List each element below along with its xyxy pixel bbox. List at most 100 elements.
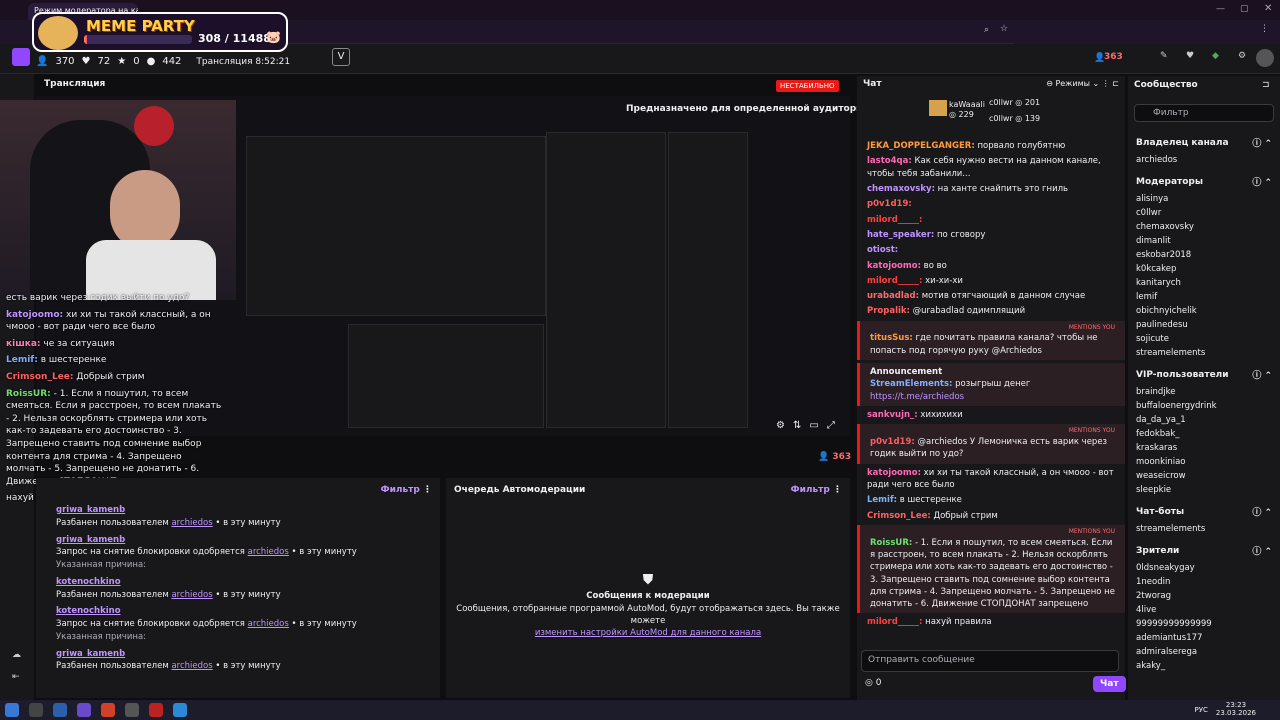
chat-input[interactable]: Отправить сообщение [861, 650, 1119, 672]
audience-label[interactable]: Предназначено для определенной аудитории… [626, 104, 879, 114]
community-member[interactable]: k0kcakep [1136, 262, 1272, 276]
community-section-title[interactable]: Чат-боты ⓘ ⌃ [1136, 505, 1272, 519]
fullscreen-icon[interactable]: ⤢ [827, 420, 835, 431]
clock[interactable]: 23:23 23.03.2026 [1216, 701, 1256, 717]
stream-manager-icon[interactable]: ☁ [12, 650, 21, 660]
chat-username[interactable]: milord_____: [867, 276, 922, 286]
chevron-up-icon[interactable]: ⓘ ⌃ [1252, 136, 1272, 149]
chat-username[interactable]: katojoomo: [867, 261, 921, 271]
community-section-title[interactable]: Модераторы ⓘ ⌃ [1136, 175, 1272, 189]
community-member[interactable]: sojicute [1136, 332, 1272, 346]
community-member[interactable]: 2tworag [1136, 589, 1272, 603]
chat-username[interactable]: JEKA_DOPPELGANGER: [867, 141, 975, 151]
log-moderator[interactable]: archiedos [171, 590, 212, 600]
community-member[interactable]: 0ldsneakygay [1136, 561, 1272, 575]
exit-icon[interactable]: ⇤ [12, 672, 20, 682]
overlay-username[interactable]: кiшка: [6, 339, 41, 349]
maximize-icon[interactable]: ▢ [1240, 4, 1249, 14]
chat-username[interactable]: Crimson_Lee: [867, 511, 931, 521]
taskbar-app-icon[interactable] [77, 703, 91, 717]
log-username[interactable]: kotenochkino [56, 605, 420, 618]
heart-icon[interactable]: ♥ [1186, 51, 1194, 61]
taskbar-app-icon[interactable] [173, 703, 187, 717]
community-member[interactable]: admiralserega [1136, 645, 1272, 659]
avatar[interactable] [1256, 49, 1274, 67]
community-filter-input[interactable]: Фильтр [1134, 104, 1274, 122]
chrome-icon[interactable] [101, 703, 115, 717]
log-username[interactable]: griwa_kamenb [56, 534, 420, 547]
community-member[interactable]: lemif [1136, 290, 1272, 304]
chat-username[interactable]: milord_____: [867, 215, 922, 225]
chevron-up-icon[interactable]: ⓘ ⌃ [1252, 368, 1272, 381]
language-indicator[interactable]: РУС [1195, 706, 1208, 714]
community-member[interactable]: buffaloenergydrink [1136, 399, 1272, 413]
chat-username[interactable]: hate_speaker: [867, 230, 934, 240]
chat-username[interactable]: urabadlad: [867, 291, 919, 301]
chat-username[interactable]: Propalik: [867, 306, 910, 316]
chat-username[interactable]: p0v1d19: [870, 437, 915, 447]
more-icon[interactable]: ⋮ [1102, 79, 1110, 88]
community-section-title[interactable]: Владелец канала ⓘ ⌃ [1136, 136, 1272, 150]
collapse-icon[interactable]: ⊏ [1112, 79, 1119, 88]
chat-username[interactable]: titusSus: [870, 333, 913, 343]
community-section-title[interactable]: Зрители ⓘ ⌃ [1136, 544, 1272, 558]
chat-username[interactable]: chemaxovsky: [867, 184, 935, 194]
community-member[interactable]: akaky_ [1136, 659, 1272, 673]
chevron-up-icon[interactable]: ⓘ ⌃ [1252, 544, 1272, 557]
overlay-username[interactable]: Lemif: [6, 355, 38, 365]
community-member[interactable]: alisinya [1136, 192, 1272, 206]
settings-icon[interactable]: ⚙ [1238, 51, 1246, 61]
community-section-title[interactable]: VIP-пользователи ⓘ ⌃ [1136, 368, 1272, 382]
log-moderator[interactable]: archiedos [248, 619, 289, 629]
community-member[interactable]: chemaxovsky [1136, 220, 1272, 234]
pen-icon[interactable] [12, 48, 30, 66]
chat-username[interactable]: sankvujn_: [867, 410, 918, 420]
clip-icon[interactable]: ⇅ [793, 420, 801, 431]
announcement-user[interactable]: StreamElements: [870, 379, 952, 389]
more-icon[interactable]: ⋮ [423, 485, 432, 495]
collapse-icon[interactable]: ⊐ [1262, 80, 1270, 90]
chat-username[interactable]: Lemif: [867, 495, 897, 505]
community-member[interactable]: paulinedesu [1136, 318, 1272, 332]
mod-actions-filter[interactable]: Фильтр [381, 485, 420, 495]
theater-icon[interactable]: ▭ [809, 420, 818, 431]
log-moderator[interactable]: archiedos [248, 547, 289, 557]
community-member[interactable]: 1neodin [1136, 575, 1272, 589]
log-username[interactable]: kotenochkino [56, 576, 420, 589]
community-member[interactable]: kanitarych [1136, 276, 1272, 290]
chat-send-button[interactable]: Чат [1093, 676, 1126, 692]
wrench-icon[interactable]: ✎ [1160, 51, 1168, 61]
automod-settings-link[interactable]: изменить настройки AutoMod для данного к… [446, 627, 850, 639]
log-moderator[interactable]: archiedos [171, 661, 212, 671]
community-member[interactable]: fedokbak_ [1136, 427, 1272, 441]
announcement-link[interactable]: https://t.me/archiedos [870, 391, 1115, 403]
windows-icon[interactable] [5, 703, 19, 717]
close-icon[interactable]: ✕ [1264, 3, 1272, 14]
chat-username[interactable]: milord_____: [867, 617, 922, 627]
log-username[interactable]: griwa_kamenb [56, 648, 420, 661]
community-member[interactable]: weaseicrow [1136, 469, 1272, 483]
community-member[interactable]: 4live [1136, 603, 1272, 617]
chat-username[interactable]: p0v1d19: [867, 199, 912, 209]
log-moderator[interactable]: archiedos [171, 518, 212, 528]
community-member[interactable]: kraskaras [1136, 441, 1272, 455]
community-member[interactable]: obichnyichelik [1136, 304, 1272, 318]
community-member[interactable]: streamelements [1136, 346, 1272, 360]
more-icon[interactable]: ⋮ [833, 485, 842, 495]
shield-icon[interactable]: ◆ [1212, 51, 1219, 61]
menu-icon[interactable]: ⋮ [1260, 24, 1269, 34]
community-member[interactable]: c0llwr [1136, 206, 1272, 220]
overlay-username[interactable]: RoissUR: [6, 389, 51, 399]
community-member[interactable]: eskobar2018 [1136, 248, 1272, 262]
chat-username[interactable]: RoissUR: [870, 538, 912, 548]
overlay-username[interactable]: Crimson_Lee: [6, 372, 74, 382]
community-member[interactable]: dimanlit [1136, 234, 1272, 248]
star-icon[interactable]: ☆ [1000, 24, 1008, 34]
chevron-up-icon[interactable]: ⓘ ⌃ [1252, 505, 1272, 518]
log-username[interactable]: griwa_kamenb [56, 504, 420, 517]
community-member[interactable]: da_da_ya_1 [1136, 413, 1272, 427]
chat-username[interactable]: katojoomo: [867, 468, 921, 478]
taskbar-app-icon[interactable] [53, 703, 67, 717]
taskbar-app-icon[interactable] [149, 703, 163, 717]
search-icon[interactable] [29, 703, 43, 717]
